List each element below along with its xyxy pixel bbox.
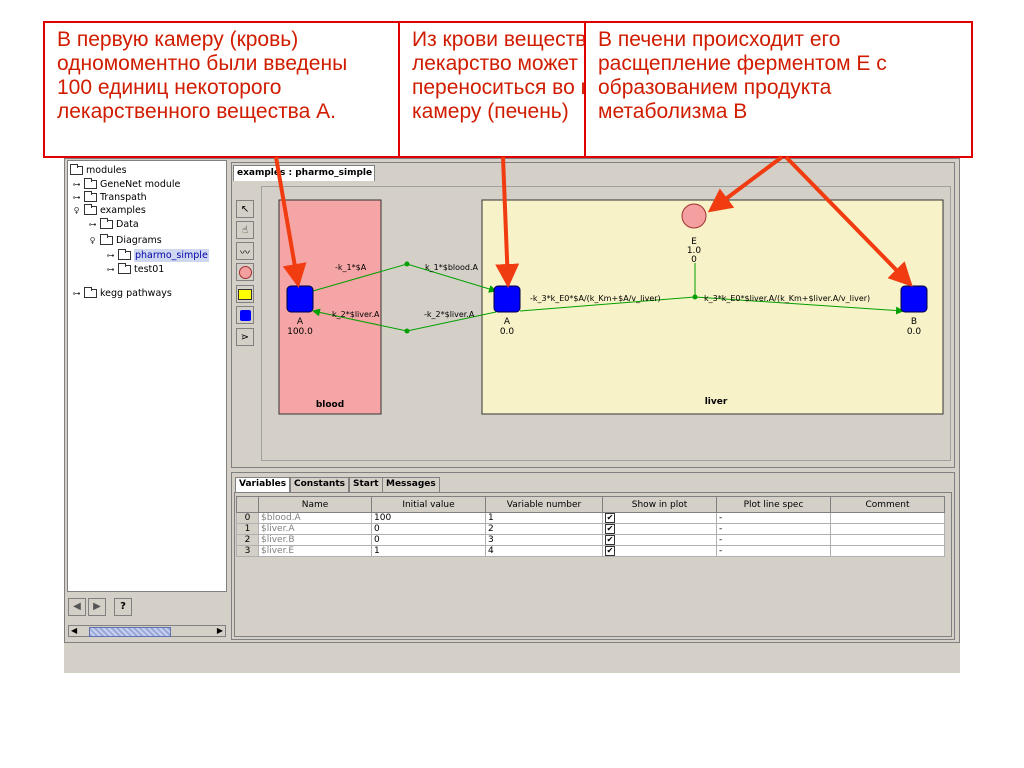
row-index: 3 <box>236 545 259 557</box>
annotation-line: 100 единиц некоторого <box>57 76 282 99</box>
blood-label: blood <box>316 400 344 410</box>
cell-initial-value[interactable]: 0 <box>371 534 486 546</box>
column-header[interactable]: Variable number <box>485 496 603 513</box>
column-header[interactable]: Comment <box>830 496 945 513</box>
blood-a-node[interactable] <box>286 285 314 313</box>
annotation-line: расщепление ферментом Е с <box>598 52 887 75</box>
cell-initial-value[interactable]: 1 <box>371 545 486 557</box>
reaction-node[interactable] <box>692 294 698 300</box>
cell-name[interactable]: $liver.E <box>258 545 372 557</box>
cell-plot-line-spec[interactable]: - <box>716 534 831 546</box>
cell-variable-number[interactable]: 1 <box>485 512 603 524</box>
column-header[interactable] <box>236 496 259 513</box>
annotation-line: лекарственного вещества А. <box>57 100 336 123</box>
tab-constants[interactable]: Constants <box>290 477 349 492</box>
cell-comment[interactable] <box>830 523 945 535</box>
cell-name[interactable]: $liver.B <box>258 534 372 546</box>
table-row[interactable]: 3 $liver.E 1 4 ✔ - <box>236 545 945 557</box>
column-header[interactable]: Show in plot <box>602 496 717 513</box>
node-extra: 0 <box>691 255 697 265</box>
checkbox[interactable]: ✔ <box>605 546 615 556</box>
node-value: 100.0 <box>287 327 313 337</box>
variables-table[interactable]: Name Initial value Variable number Show … <box>236 496 945 557</box>
edge-label: -k_1*$A <box>335 263 367 272</box>
table-row[interactable]: 2 $liver.B 0 3 ✔ - <box>236 534 945 546</box>
tab-start[interactable]: Start <box>349 477 383 492</box>
column-header[interactable]: Initial value <box>371 496 486 513</box>
cell-comment[interactable] <box>830 545 945 557</box>
node-name: A <box>297 317 304 327</box>
tab-messages[interactable]: Messages <box>382 477 440 492</box>
checkbox[interactable]: ✔ <box>605 524 615 534</box>
edge-label: k_3*k_E0*$liver.A/(k_Km+$liver.A/v_liver… <box>704 294 870 303</box>
liver-compartment[interactable] <box>481 199 944 415</box>
liver-b-node[interactable] <box>900 285 928 313</box>
cell-name[interactable]: $liver.A <box>258 523 372 535</box>
column-header[interactable]: Name <box>258 496 372 513</box>
annotation-line: метаболизма В <box>598 100 748 123</box>
cell-variable-number[interactable]: 4 <box>485 545 603 557</box>
liver-label: liver <box>705 397 728 407</box>
cell-comment[interactable] <box>830 512 945 524</box>
annotation-line: образованием продукта <box>598 76 832 99</box>
reaction-node[interactable] <box>404 328 410 334</box>
cell-variable-number[interactable]: 3 <box>485 534 603 546</box>
cell-comment[interactable] <box>830 534 945 546</box>
column-header[interactable]: Plot line spec <box>716 496 831 513</box>
table-row[interactable]: 1 $liver.A 0 2 ✔ - <box>236 523 945 535</box>
checkbox[interactable]: ✔ <box>605 535 615 545</box>
cell-show-in-plot[interactable]: ✔ <box>602 512 717 524</box>
status-bar <box>64 642 960 673</box>
table-row[interactable]: 0 $blood.A 100 1 ✔ - <box>236 512 945 524</box>
node-value: 0.0 <box>907 327 922 337</box>
edge-label: -k_2*$liver.A <box>424 310 475 319</box>
edge-label: k_2*$liver.A <box>332 310 380 319</box>
row-index: 1 <box>236 523 259 535</box>
tab-variables[interactable]: Variables <box>235 477 291 492</box>
cell-initial-value[interactable]: 100 <box>371 512 486 524</box>
row-index: 0 <box>236 512 259 524</box>
table-header-row: Name Initial value Variable number Show … <box>236 496 945 513</box>
annotation-line: В первую камеру (кровь) <box>57 28 299 51</box>
cell-plot-line-spec[interactable]: - <box>716 512 831 524</box>
node-name: A <box>504 317 511 327</box>
cell-show-in-plot[interactable]: ✔ <box>602 545 717 557</box>
annotation-box-1: В первую камеру (кровь) одномоментно был… <box>43 21 445 158</box>
node-value: 0.0 <box>500 327 515 337</box>
cell-show-in-plot[interactable]: ✔ <box>602 534 717 546</box>
cell-plot-line-spec[interactable]: - <box>716 545 831 557</box>
cell-initial-value[interactable]: 0 <box>371 523 486 535</box>
annotation-line: В печени происходит его <box>598 28 841 51</box>
reaction-node[interactable] <box>404 261 410 267</box>
cell-name[interactable]: $blood.A <box>258 512 372 524</box>
checkbox[interactable]: ✔ <box>605 513 615 523</box>
edge-label: -k_3*k_E0*$A/(k_Km+$A/v_liver) <box>530 294 661 303</box>
edge-label: k_1*$blood.A <box>425 263 479 272</box>
cell-show-in-plot[interactable]: ✔ <box>602 523 717 535</box>
node-name: B <box>911 317 917 327</box>
enzyme-e-node[interactable] <box>681 203 707 229</box>
liver-a-node[interactable] <box>493 285 521 313</box>
cell-variable-number[interactable]: 2 <box>485 523 603 535</box>
cell-plot-line-spec[interactable]: - <box>716 523 831 535</box>
annotation-box-3: В печени происходит его расщепление ферм… <box>584 21 973 158</box>
row-index: 2 <box>236 534 259 546</box>
annotation-line: одномоментно были введены <box>57 52 348 75</box>
